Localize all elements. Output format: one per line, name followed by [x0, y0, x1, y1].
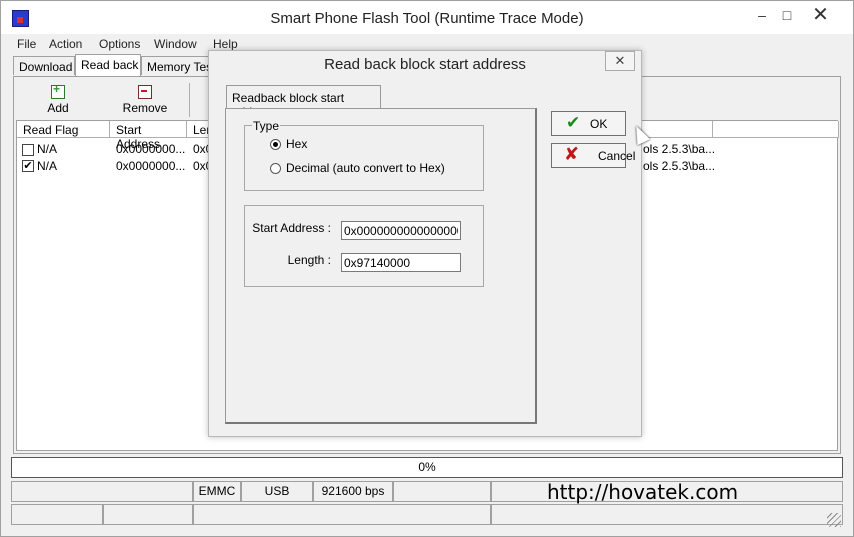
remove-icon: [138, 85, 152, 99]
length-label: Length :: [287, 253, 331, 267]
close-button[interactable]: ✕: [798, 3, 843, 27]
status-cell-empty: [103, 504, 193, 525]
remove-label: Remove: [122, 101, 168, 115]
menu-file[interactable]: File: [17, 37, 36, 51]
hex-radio[interactable]: [270, 139, 281, 150]
status-storage: EMMC: [193, 481, 241, 502]
resize-grip-icon[interactable]: [827, 513, 841, 527]
readback-address-dialog: Read back block start address ✕ Readback…: [208, 50, 642, 437]
decimal-radio-label[interactable]: Decimal (auto convert to Hex): [286, 161, 445, 175]
address-group: Start Address : Length :: [244, 205, 484, 287]
column-read-flag[interactable]: Read Flag: [17, 121, 110, 138]
row-checkbox[interactable]: ✔: [22, 160, 34, 172]
column-header-blank[interactable]: [645, 121, 713, 138]
row-path: ols 2.5.3\ba...: [643, 142, 716, 156]
ok-label: OK: [590, 117, 608, 131]
type-group-label: Type: [252, 119, 281, 133]
add-label: Add: [47, 101, 69, 115]
status-cell-empty: [193, 504, 491, 525]
minimize-button[interactable]: –: [747, 3, 777, 27]
decimal-radio[interactable]: [270, 163, 281, 174]
row-start: 0x0000000...: [116, 159, 186, 173]
row-checkbox[interactable]: [22, 144, 34, 156]
add-button[interactable]: Add: [41, 82, 75, 115]
row-flag: N/A: [37, 142, 58, 156]
tab-memory-test[interactable]: Memory Test: [141, 56, 215, 75]
start-address-label: Start Address :: [252, 221, 331, 235]
status-cell-empty: [11, 481, 193, 502]
dialog-panel: Type Hex Decimal (auto convert to Hex) S…: [225, 108, 537, 424]
hex-radio-label[interactable]: Hex: [286, 137, 307, 151]
status-port: USB: [241, 481, 313, 502]
status-baud: 921600 bps: [313, 481, 393, 502]
tab-strip: Download Read back Memory Test: [13, 54, 215, 76]
remove-button[interactable]: Remove: [121, 85, 169, 115]
length-input[interactable]: [341, 253, 461, 272]
column-start-address[interactable]: Start Address: [110, 121, 187, 151]
cancel-x-icon: ✘: [564, 144, 580, 164]
checkmark-icon: ✔: [566, 113, 581, 132]
status-cell-empty: [491, 504, 843, 525]
menu-action[interactable]: Action: [49, 37, 82, 51]
start-address-input[interactable]: [341, 221, 461, 240]
dialog-title: Read back block start address: [324, 56, 526, 73]
tab-download[interactable]: Download: [13, 56, 75, 75]
dialog-close-button[interactable]: ✕: [605, 51, 635, 71]
column-header-blank[interactable]: [713, 121, 839, 138]
ok-button[interactable]: ✔ OK: [551, 111, 626, 136]
title-bar[interactable]: Smart Phone Flash Tool (Runtime Trace Mo…: [1, 1, 853, 34]
menu-window[interactable]: Window: [154, 37, 197, 51]
watermark: http://hovatek.com: [547, 480, 739, 504]
row-start: 0x0000000...: [116, 142, 186, 156]
add-icon: [51, 82, 65, 99]
maximize-button[interactable]: □: [777, 3, 797, 27]
toolbar-divider: [189, 83, 190, 117]
cancel-button[interactable]: ✘ Cancel: [551, 143, 635, 168]
window-title: Smart Phone Flash Tool (Runtime Trace Mo…: [270, 10, 584, 27]
tab-readback-address[interactable]: Readback block start address: [226, 85, 381, 119]
menu-help[interactable]: Help: [213, 37, 238, 51]
type-group: Type Hex Decimal (auto convert to Hex): [244, 119, 484, 191]
status-cell-empty: [393, 481, 491, 502]
progress-bar: 0%: [11, 457, 843, 478]
tab-read-back[interactable]: Read back: [75, 54, 141, 76]
row-flag: N/A: [37, 159, 58, 173]
status-cell-empty: [11, 504, 103, 525]
cancel-label: Cancel: [598, 149, 636, 163]
menu-options[interactable]: Options: [99, 37, 140, 51]
row-path: ols 2.5.3\ba...: [643, 159, 716, 173]
